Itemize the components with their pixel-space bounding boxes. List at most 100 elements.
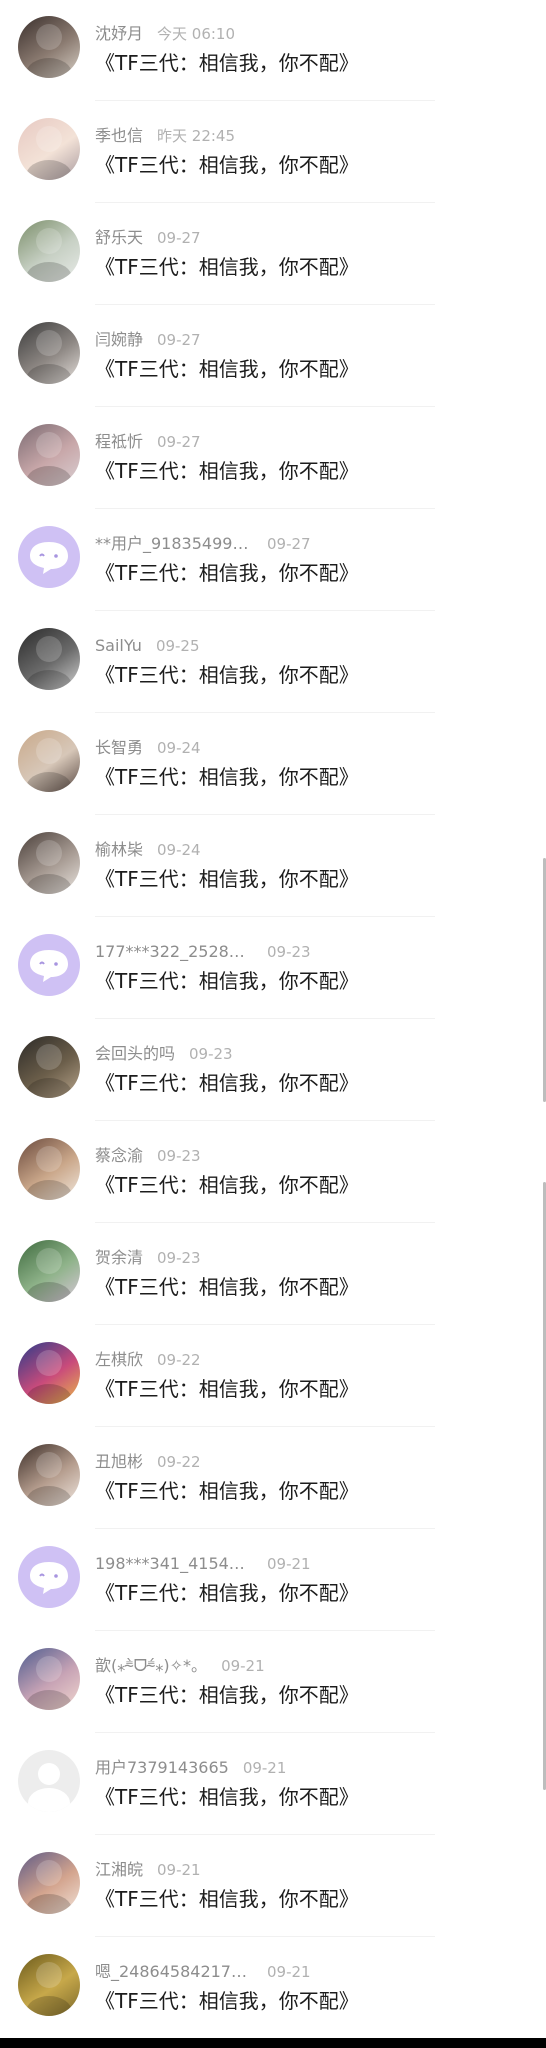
comment-username[interactable]: 会回头的吗 — [95, 1042, 175, 1066]
comment-text: 《TF三代：相信我，你不配》 — [95, 1377, 359, 1401]
user-avatar[interactable] — [18, 1954, 80, 2016]
comment-meta: 舒乐天 09-27 — [95, 226, 201, 250]
comment-username[interactable]: **用户_91835499… — [95, 532, 253, 556]
comment-row[interactable]: 长智勇 09-24 《TF三代：相信我，你不配》 — [0, 714, 546, 816]
user-avatar[interactable] — [18, 628, 80, 690]
comment-username[interactable]: 贺余清 — [95, 1246, 143, 1270]
comment-text: 《TF三代：相信我，你不配》 — [95, 867, 359, 891]
row-divider — [95, 1732, 435, 1733]
comment-timestamp: 09-23 — [189, 1045, 233, 1063]
row-divider — [95, 508, 435, 509]
comment-meta: 贺余清 09-23 — [95, 1246, 201, 1270]
comment-username[interactable]: 季也信 — [95, 124, 143, 148]
user-avatar[interactable] — [18, 220, 80, 282]
comment-timestamp: 09-27 — [157, 433, 201, 451]
comment-meta: 程祗忻 09-27 — [95, 430, 201, 454]
comment-row[interactable]: 嗯_24864584217… 09-21 《TF三代：相信我，你不配》 — [0, 1938, 546, 2040]
user-avatar[interactable] — [18, 1444, 80, 1506]
user-avatar[interactable] — [18, 1138, 80, 1200]
comment-username[interactable]: 嗯_24864584217… — [95, 1960, 253, 1984]
user-avatar[interactable] — [18, 1648, 80, 1710]
comment-row[interactable]: 左棋欣 09-22 《TF三代：相信我，你不配》 — [0, 1326, 546, 1428]
comment-text: 《TF三代：相信我，你不配》 — [95, 153, 359, 177]
comment-timestamp: 09-23 — [157, 1147, 201, 1165]
comment-timestamp: 09-24 — [157, 739, 201, 757]
comment-username[interactable]: 榆林枈 — [95, 838, 143, 862]
user-avatar[interactable] — [18, 832, 80, 894]
user-avatar[interactable] — [18, 118, 80, 180]
placeholder-avatar-icon[interactable] — [18, 1750, 80, 1812]
comment-timestamp: 09-24 — [157, 841, 201, 859]
comment-text: 《TF三代：相信我，你不配》 — [95, 51, 359, 75]
user-avatar[interactable] — [18, 1036, 80, 1098]
comment-username[interactable]: 左棋欣 — [95, 1348, 143, 1372]
comment-text: 《TF三代：相信我，你不配》 — [95, 765, 359, 789]
comment-meta: 198***341_41546… 09-21 — [95, 1552, 311, 1576]
comment-meta: 用户7379143665 09-21 — [95, 1756, 286, 1780]
comment-row[interactable]: 蔡念渝 09-23 《TF三代：相信我，你不配》 — [0, 1122, 546, 1224]
comment-username[interactable]: 程祗忻 — [95, 430, 143, 454]
comment-username[interactable]: 蔡念渝 — [95, 1144, 143, 1168]
comment-row[interactable]: 198***341_41546… 09-21 《TF三代：相信我，你不配》 — [0, 1530, 546, 1632]
comment-username[interactable]: 丑旭彬 — [95, 1450, 143, 1474]
default-avatar-icon[interactable] — [18, 526, 80, 588]
comment-row[interactable]: **用户_91835499… 09-27 《TF三代：相信我，你不配》 — [0, 510, 546, 612]
user-avatar[interactable] — [18, 1342, 80, 1404]
comment-timestamp: 09-27 — [267, 535, 311, 553]
row-divider — [95, 1426, 435, 1427]
comment-username[interactable]: 江湘皖 — [95, 1858, 143, 1882]
comment-row[interactable]: 贺余清 09-23 《TF三代：相信我，你不配》 — [0, 1224, 546, 1326]
comment-row[interactable]: 江湘皖 09-21 《TF三代：相信我，你不配》 — [0, 1836, 546, 1938]
comment-row[interactable]: 季也信 昨天 22:45 《TF三代：相信我，你不配》 — [0, 102, 546, 204]
comment-username[interactable]: 沈妤月 — [95, 22, 143, 46]
comment-row[interactable]: 沈妤月 今天 06:10 《TF三代：相信我，你不配》 — [0, 0, 546, 102]
comment-timestamp: 09-23 — [267, 943, 311, 961]
comment-text: 《TF三代：相信我，你不配》 — [95, 1071, 359, 1095]
comment-row[interactable]: 歆(⁎⁼̴̀ᗜ⁼̴́⁎)✧*。 09-21 《TF三代：相信我，你不配》 — [0, 1632, 546, 1734]
comment-meta: 丑旭彬 09-22 — [95, 1450, 201, 1474]
user-avatar[interactable] — [18, 322, 80, 384]
default-avatar-icon[interactable] — [18, 1546, 80, 1608]
comment-timestamp: 昨天 22:45 — [157, 127, 236, 145]
user-avatar[interactable] — [18, 1240, 80, 1302]
comment-username[interactable]: 闫婉静 — [95, 328, 143, 352]
comment-text: 《TF三代：相信我，你不配》 — [95, 1479, 359, 1503]
comment-username[interactable]: SailYu — [95, 634, 142, 658]
chat-bubble-icon — [30, 542, 68, 574]
default-avatar-icon[interactable] — [18, 934, 80, 996]
user-avatar[interactable] — [18, 16, 80, 78]
comment-text: 《TF三代：相信我，你不配》 — [95, 663, 359, 687]
comment-username[interactable]: 177***322_25280… — [95, 940, 253, 964]
comment-row[interactable]: 程祗忻 09-27 《TF三代：相信我，你不配》 — [0, 408, 546, 510]
comment-row[interactable]: 用户7379143665 09-21 《TF三代：相信我，你不配》 — [0, 1734, 546, 1836]
user-avatar[interactable] — [18, 424, 80, 486]
comment-timestamp: 09-22 — [157, 1351, 201, 1369]
comment-username[interactable]: 198***341_41546… — [95, 1552, 253, 1576]
comment-text: 《TF三代：相信我，你不配》 — [95, 1887, 359, 1911]
comment-row[interactable]: 闫婉静 09-27 《TF三代：相信我，你不配》 — [0, 306, 546, 408]
comment-username[interactable]: 舒乐天 — [95, 226, 143, 250]
comment-username[interactable]: 歆(⁎⁼̴̀ᗜ⁼̴́⁎)✧*。 — [95, 1654, 207, 1678]
comment-row[interactable]: 丑旭彬 09-22 《TF三代：相信我，你不配》 — [0, 1428, 546, 1530]
row-divider — [95, 712, 435, 713]
row-divider — [95, 1222, 435, 1223]
comment-username[interactable]: 长智勇 — [95, 736, 143, 760]
comment-timestamp: 09-22 — [157, 1453, 201, 1471]
row-divider — [95, 610, 435, 611]
comment-username[interactable]: 用户7379143665 — [95, 1756, 229, 1780]
comment-meta: 嗯_24864584217… 09-21 — [95, 1960, 311, 1984]
user-avatar[interactable] — [18, 1852, 80, 1914]
comment-row[interactable]: 177***322_25280… 09-23 《TF三代：相信我，你不配》 — [0, 918, 546, 1020]
comment-row[interactable]: 舒乐天 09-27 《TF三代：相信我，你不配》 — [0, 204, 546, 306]
user-avatar[interactable] — [18, 730, 80, 792]
comment-row[interactable]: SailYu 09-25 《TF三代：相信我，你不配》 — [0, 612, 546, 714]
row-divider — [95, 1018, 435, 1019]
comment-text: 《TF三代：相信我，你不配》 — [95, 1785, 359, 1809]
comment-meta: 会回头的吗 09-23 — [95, 1042, 233, 1066]
comment-meta: 左棋欣 09-22 — [95, 1348, 201, 1372]
comment-text: 《TF三代：相信我，你不配》 — [95, 255, 359, 279]
row-divider — [95, 406, 435, 407]
comment-row[interactable]: 榆林枈 09-24 《TF三代：相信我，你不配》 — [0, 816, 546, 918]
comment-row[interactable]: 会回头的吗 09-23 《TF三代：相信我，你不配》 — [0, 1020, 546, 1122]
comment-text: 《TF三代：相信我，你不配》 — [95, 1173, 359, 1197]
